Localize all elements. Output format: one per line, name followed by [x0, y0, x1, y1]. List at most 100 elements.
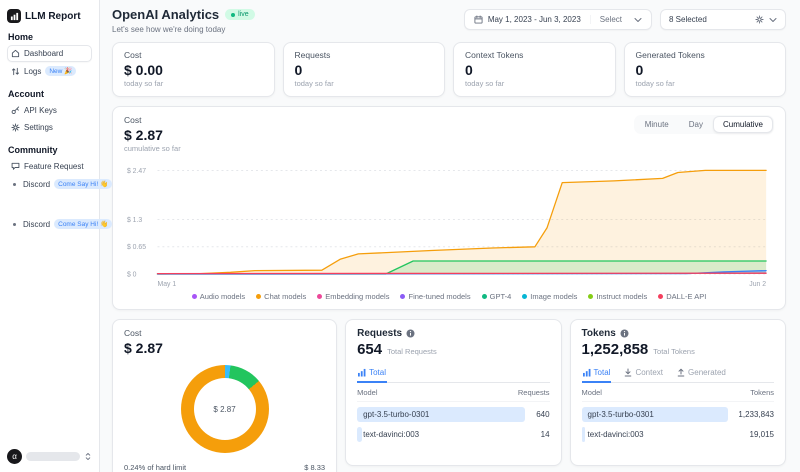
bullet-icon: [13, 183, 16, 186]
cost-area-chart: $ 0$ 0.65$ 1.3$ 2.47May 1Jun 2: [124, 155, 774, 290]
col-requests: Requests: [518, 388, 550, 397]
tab-context[interactable]: Context: [623, 365, 664, 383]
hard-limit-label: 0.24% of hard limit: [124, 463, 186, 472]
page-title: OpenAI Analytics: [112, 7, 219, 22]
models-filter-select[interactable]: 8 Selected: [660, 9, 786, 30]
live-status-badge: live: [225, 9, 255, 20]
svg-text:$ 1.3: $ 1.3: [127, 217, 142, 224]
gear-icon: [755, 15, 764, 24]
legend-dot-icon: [522, 294, 527, 299]
tab-total[interactable]: Total: [582, 365, 612, 383]
svg-text:$ 2.47: $ 2.47: [127, 168, 146, 175]
legend-dot-icon: [482, 294, 487, 299]
arrow-down-to-line-icon: [624, 368, 632, 377]
sidebar-item-dashboard[interactable]: Dashboard: [7, 45, 92, 62]
range-preset-select[interactable]: Select: [590, 15, 651, 24]
llm-report-logo-icon: [7, 9, 21, 23]
cost-donut-chart: $ 2.87: [181, 365, 269, 453]
date-range-picker[interactable]: May 1, 2023 - Jun 3, 2023: [465, 15, 590, 24]
requests-title: Requests: [357, 328, 402, 339]
col-model: Model: [357, 388, 377, 397]
sidebar-item-api-keys[interactable]: API Keys: [7, 102, 92, 119]
svg-text:$ 0: $ 0: [127, 271, 137, 278]
sidebar-item-feature-request[interactable]: Feature Request: [7, 158, 92, 175]
chevron-down-icon: [769, 17, 777, 23]
tokens-summary-card: Tokens 1,252,858 Total Tokens Total Cont…: [570, 319, 786, 466]
chart-metric-value: $ 2.87: [124, 127, 181, 143]
requests-summary-card: Requests 654 Total Requests Total Model …: [345, 319, 561, 466]
user-profile-menu[interactable]: α: [7, 449, 92, 464]
legend-item: Embedding models: [317, 292, 389, 301]
tokens-total: 1,252,858: [582, 341, 649, 358]
cost-summary-value: $ 2.87: [124, 340, 325, 356]
avatar: α: [7, 449, 22, 464]
legend-label: GPT-4: [490, 292, 512, 301]
stat-value: $ 0.00: [124, 62, 263, 78]
legend-dot-icon: [658, 294, 663, 299]
requests-tabs: Total: [357, 365, 549, 383]
tab-cumulative[interactable]: Cumulative: [713, 116, 773, 133]
tab-minute[interactable]: Minute: [635, 116, 679, 133]
cost-chart-card: Cost $ 2.87 cumulative so far Minute Day…: [112, 106, 786, 310]
nav-section-home: Home: [8, 32, 91, 42]
date-range-control: May 1, 2023 - Jun 3, 2023 Select: [464, 9, 652, 30]
discord-badge: Come Say Hi! 👋: [54, 219, 112, 229]
info-icon[interactable]: [620, 329, 629, 338]
legend-label: Audio models: [200, 292, 245, 301]
stat-value: 0: [295, 62, 434, 78]
sidebar-item-settings[interactable]: Settings: [7, 119, 92, 136]
logs-new-badge: New 🎉: [45, 66, 76, 76]
svg-text:$ 0.65: $ 0.65: [127, 244, 146, 251]
sidebar-item-label: API Keys: [24, 106, 57, 115]
legend-label: Fine-tuned models: [408, 292, 470, 301]
live-dot-icon: [231, 13, 235, 17]
main-content: OpenAI Analytics live Let's see how we'r…: [100, 0, 800, 472]
chat-bubble-icon: [11, 162, 20, 171]
legend-dot-icon: [256, 294, 261, 299]
sidebar: LLM Report Home Dashboard Logs New 🎉 Acc…: [0, 0, 100, 472]
page-subtitle: Let's see how we're doing today: [112, 25, 255, 34]
nav-section-account: Account: [8, 89, 91, 99]
chart-granularity-toggle: Minute Day Cumulative: [634, 115, 774, 134]
legend-item: GPT-4: [482, 292, 512, 301]
tokens-title: Tokens: [582, 328, 616, 339]
cost-summary-card: Cost $ 2.87 $ 2.87 0.24% of hard limit $…: [112, 319, 337, 472]
table-row: text-davinci:003 19,015: [582, 427, 774, 442]
legend-label: Image models: [530, 292, 577, 301]
username-placeholder: [26, 452, 80, 461]
stat-card-context-tokens: Context Tokens 0 today so far: [453, 42, 616, 97]
legend-item: Instruct models: [588, 292, 647, 301]
sidebar-item-discord[interactable]: Discord Come Say Hi! 👋: [7, 175, 92, 193]
stat-card-requests: Requests 0 today so far: [283, 42, 446, 97]
discord-badge: Come Say Hi! 👋: [54, 179, 112, 189]
legend-dot-icon: [192, 294, 197, 299]
tokens-tabs: Total Context Generated: [582, 365, 774, 383]
gear-icon: [11, 123, 20, 132]
tab-generated[interactable]: Generated: [676, 365, 727, 383]
sidebar-item-discord-2[interactable]: Discord Come Say Hi! 👋: [7, 215, 92, 233]
info-icon[interactable]: [406, 329, 415, 338]
stat-value: 0: [465, 62, 604, 78]
sidebar-item-label: Logs: [24, 67, 41, 76]
brand-link[interactable]: LLM Report: [7, 9, 92, 23]
stat-card-generated-tokens: Generated Tokens 0 today so far: [624, 42, 787, 97]
bar-chart-icon: [358, 368, 366, 377]
sidebar-item-label: Settings: [24, 123, 53, 132]
legend-item: DALL-E API: [658, 292, 706, 301]
hard-limit-value: $ 8.33: [304, 463, 325, 472]
legend-item: Fine-tuned models: [400, 292, 470, 301]
tab-total[interactable]: Total: [357, 365, 387, 383]
svg-text:Jun 2: Jun 2: [749, 281, 766, 288]
stat-value: 0: [636, 62, 775, 78]
brand-name: LLM Report: [25, 11, 81, 22]
col-tokens: Tokens: [750, 388, 774, 397]
sidebar-item-logs[interactable]: Logs New 🎉: [7, 62, 92, 80]
nav-section-community: Community: [8, 145, 91, 155]
arrow-up-from-line-icon: [677, 368, 685, 377]
legend-item: Chat models: [256, 292, 306, 301]
key-icon: [11, 106, 20, 115]
sidebar-item-label: Feature Request: [24, 162, 84, 171]
summary-cards-row: Cost $ 2.87 $ 2.87 0.24% of hard limit $…: [112, 319, 786, 472]
tab-day[interactable]: Day: [679, 116, 713, 133]
table-row: text-davinci:003 14: [357, 427, 549, 442]
